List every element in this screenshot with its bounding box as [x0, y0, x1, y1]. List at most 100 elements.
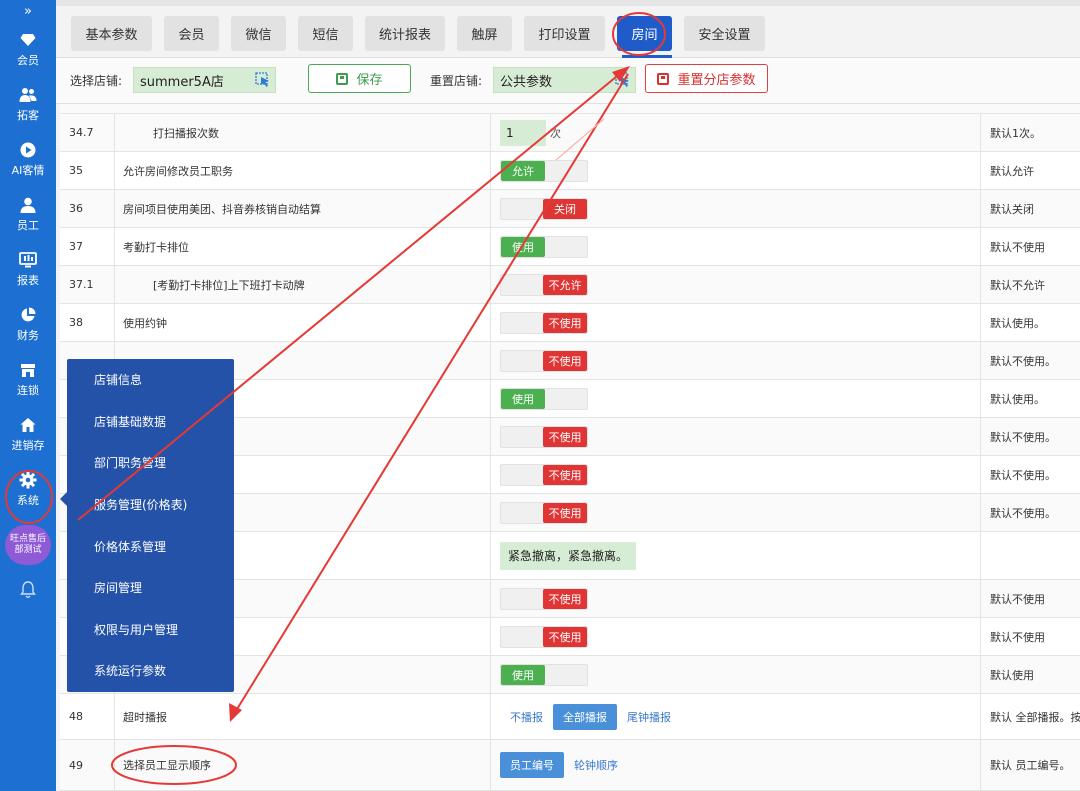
- save-button[interactable]: 保存: [308, 64, 411, 93]
- toggle-switch[interactable]: 不使用: [500, 501, 588, 524]
- popup-menu-item[interactable]: 店铺信息: [67, 359, 234, 401]
- user-icon: [19, 196, 37, 214]
- bell-icon[interactable]: [18, 579, 38, 601]
- tab-wechat[interactable]: 微信: [231, 16, 286, 51]
- tab-sms[interactable]: 短信: [298, 16, 353, 51]
- toggle-label: 关闭: [543, 198, 587, 219]
- reset-store-field[interactable]: 公共参数: [493, 67, 636, 93]
- unit-label: 次: [550, 126, 561, 140]
- row-default: 默认1次。: [990, 126, 1041, 140]
- row-number: 49: [60, 740, 115, 790]
- save-icon: [657, 72, 670, 85]
- pie-icon: [19, 306, 37, 324]
- collapse-icon[interactable]: »: [0, 0, 56, 22]
- toggle-label: 不使用: [543, 626, 587, 647]
- row-control: 不使用: [491, 418, 981, 455]
- sidebar-item-7[interactable]: 进销存: [0, 407, 56, 462]
- row-control: 使用: [491, 228, 981, 265]
- toggle-switch[interactable]: 不使用: [500, 587, 588, 610]
- segmented-control: 员工编号 轮钟顺序: [500, 752, 628, 778]
- segment-option[interactable]: 尾钟播报: [617, 704, 681, 730]
- sidebar-item-1[interactable]: 拓客: [0, 77, 56, 132]
- toggle-switch[interactable]: 允许: [500, 159, 588, 182]
- sidebar-item-3[interactable]: 员工: [0, 187, 56, 242]
- toggle-switch[interactable]: 不使用: [500, 463, 588, 486]
- tab-print[interactable]: 打印设置: [524, 16, 605, 51]
- monitor-icon: [19, 251, 37, 269]
- row-default: 默认不使用。: [990, 506, 1056, 520]
- people-icon: [19, 86, 37, 104]
- popup-menu-item[interactable]: 价格体系管理: [67, 525, 234, 567]
- tab-member[interactable]: 会员: [164, 16, 219, 51]
- popup-menu-item[interactable]: 部门职务管理: [67, 442, 234, 484]
- segment-option[interactable]: 不播报: [500, 704, 553, 730]
- number-input[interactable]: 1: [500, 119, 546, 146]
- toggle-switch[interactable]: 不使用: [500, 349, 588, 372]
- row-default: 默认不使用: [990, 630, 1045, 644]
- toggle-switch[interactable]: 关闭: [500, 197, 588, 220]
- row-control: 不使用: [491, 580, 981, 617]
- store-badge[interactable]: 旺点售后 部测试: [5, 525, 51, 565]
- sidebar-item-0[interactable]: 会员: [0, 22, 56, 77]
- row-control: 不使用: [491, 494, 981, 531]
- row-number: 35: [60, 152, 115, 189]
- toggle-switch[interactable]: 不允许: [500, 273, 588, 296]
- picker-icon[interactable]: [255, 72, 271, 88]
- toggle-switch[interactable]: 使用: [500, 663, 588, 686]
- picker-icon[interactable]: [615, 72, 631, 88]
- toggle-switch[interactable]: 不使用: [500, 311, 588, 334]
- store-select-field[interactable]: summer5A店: [133, 67, 276, 93]
- popup-menu-item[interactable]: 系统运行参数: [67, 650, 234, 692]
- row-control: 关闭: [491, 190, 981, 227]
- popup-menu-item[interactable]: 房间管理: [67, 567, 234, 609]
- row-default: 默认 员工编号。: [990, 759, 1071, 772]
- row-number: 34.7: [60, 114, 115, 151]
- popup-menu-item[interactable]: 权限与用户管理: [67, 609, 234, 651]
- reset-branch-label: 重置分店参数: [677, 73, 756, 88]
- row-control: 1次: [491, 114, 981, 151]
- reset-branch-button[interactable]: 重置分店参数: [645, 64, 768, 93]
- row-default: 默认不允许: [990, 278, 1045, 292]
- table-row: 49 选择员工显示顺序 员工编号 轮钟顺序 默认 员工编号。: [60, 740, 1080, 791]
- row-control: 使用: [491, 656, 981, 693]
- toggle-switch[interactable]: 不使用: [500, 625, 588, 648]
- sidebar-item-6[interactable]: 连锁: [0, 352, 56, 407]
- row-default: 默认允许: [990, 164, 1034, 178]
- popup-arrow: [60, 492, 67, 506]
- sidebar-item-label: 财务: [17, 329, 39, 342]
- sidebar-item-4[interactable]: 报表: [0, 242, 56, 297]
- table-row-partial: [60, 104, 1080, 114]
- row-control: 紧急撤离，紧急撤离。: [491, 532, 981, 579]
- tab-room[interactable]: 房间: [617, 16, 672, 51]
- play-icon: [19, 141, 37, 159]
- toggle-switch[interactable]: 不使用: [500, 425, 588, 448]
- tab-touchscreen[interactable]: 触屏: [457, 16, 512, 51]
- segment-option[interactable]: 轮钟顺序: [564, 752, 628, 778]
- text-input[interactable]: 紧急撤离，紧急撤离。: [500, 541, 637, 570]
- row-number: 37: [60, 228, 115, 265]
- tab-reports[interactable]: 统计报表: [365, 16, 445, 51]
- popup-menu-item[interactable]: 店铺基础数据: [67, 401, 234, 443]
- row-name: 使用约钟: [115, 304, 491, 341]
- sidebar-item-label: 进销存: [11, 439, 45, 452]
- sidebar-item-8[interactable]: 系统: [0, 462, 56, 517]
- tab-basic[interactable]: 基本参数: [71, 16, 152, 51]
- tab-security[interactable]: 安全设置: [684, 16, 765, 51]
- row-default: [981, 532, 1080, 579]
- table-row: 35 允许房间修改员工职务 允许 默认允许: [60, 152, 1080, 190]
- table-row: 34.7 打扫播报次数 1 次默认1次。: [60, 114, 1080, 152]
- sidebar-item-5[interactable]: 财务: [0, 297, 56, 352]
- popup-menu-item[interactable]: 服务管理(价格表): [67, 484, 234, 526]
- toggle-switch[interactable]: 使用: [500, 387, 588, 410]
- sidebar-item-label: 拓客: [17, 109, 39, 122]
- diamond-icon: [19, 31, 37, 49]
- sidebar-item-label: 系统: [17, 494, 39, 507]
- toggle-switch[interactable]: 使用: [500, 235, 588, 258]
- toolbar: 选择店铺: summer5A店 保存 重置店铺: 公共参数 重置分店参数: [56, 58, 1080, 104]
- segment-option[interactable]: 员工编号: [500, 752, 564, 778]
- sidebar-item-2[interactable]: AI客情: [0, 132, 56, 187]
- segment-option[interactable]: 全部播报: [553, 703, 617, 730]
- row-control: 不允许: [491, 266, 981, 303]
- store-select-label: 选择店铺:: [70, 74, 123, 88]
- toggle-label: 不允许: [543, 274, 587, 295]
